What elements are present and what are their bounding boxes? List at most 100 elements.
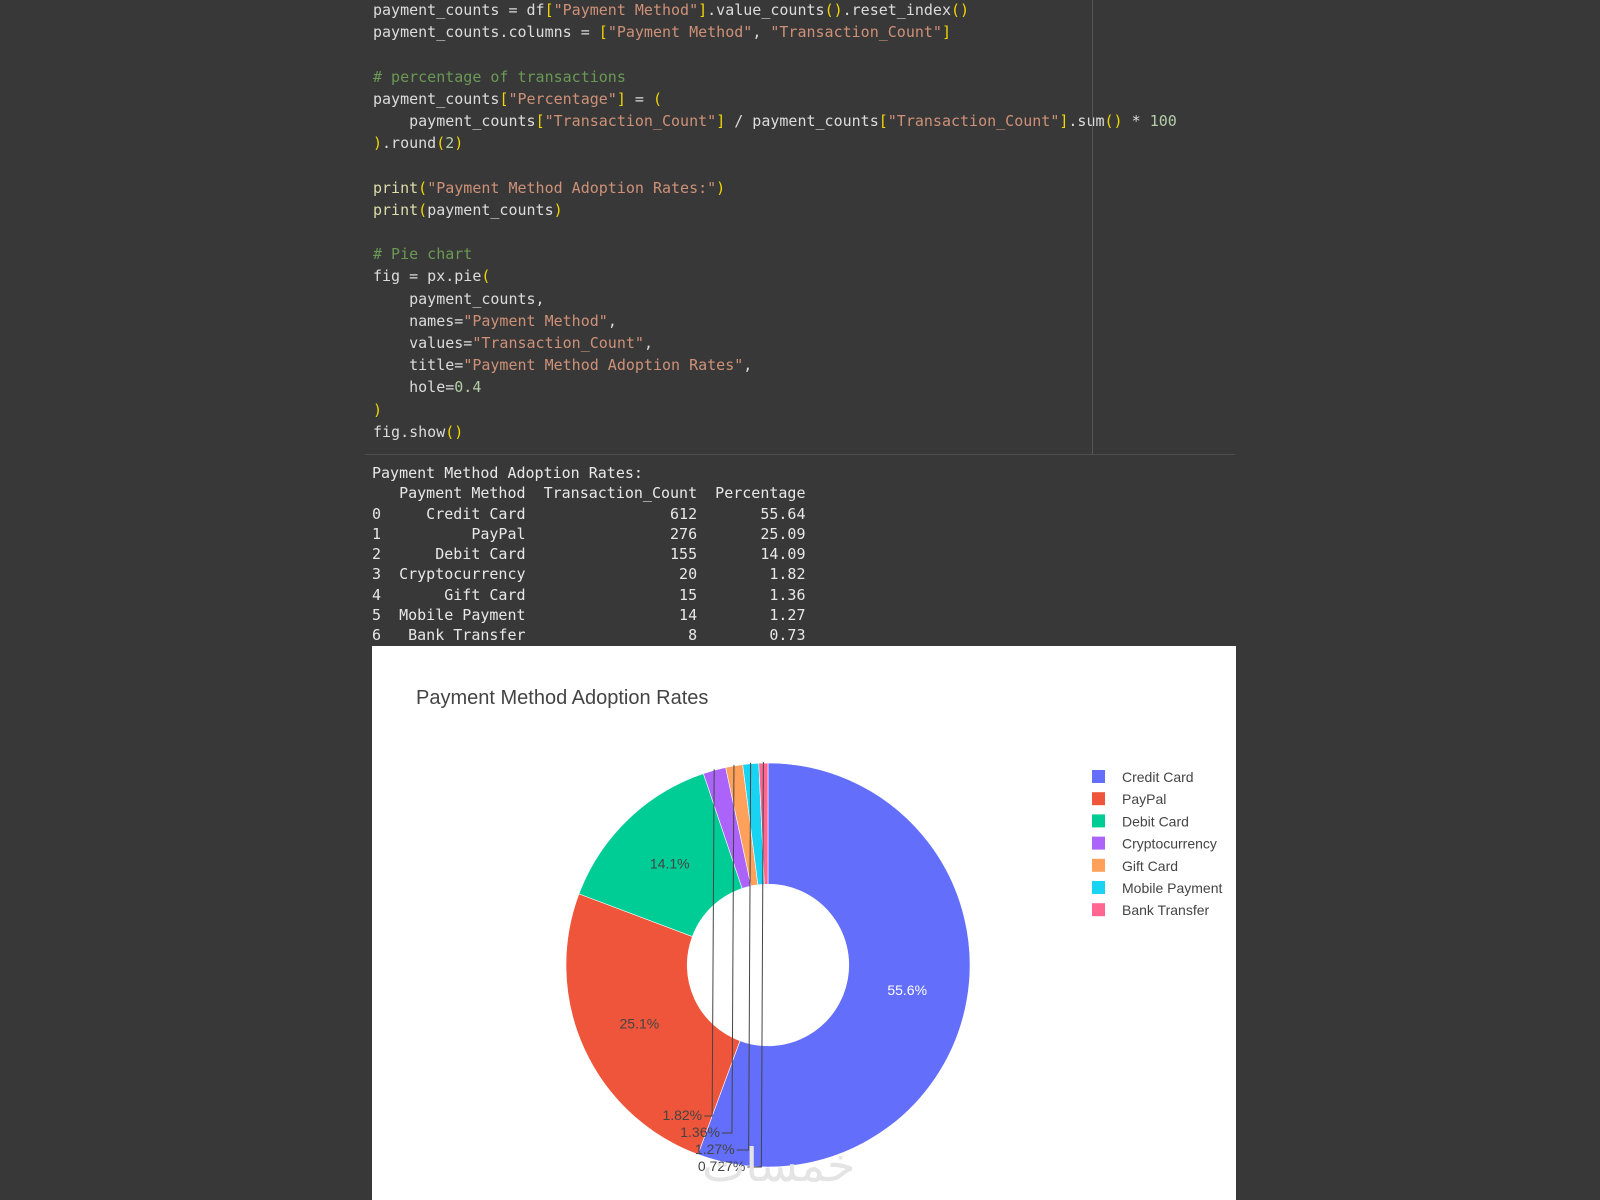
code-token: () (824, 1, 843, 19)
code-token: "Payment Method" (463, 311, 608, 330)
legend-item-label[interactable]: Bank Transfer (1122, 902, 1209, 918)
code-token: [ (544, 1, 554, 19)
legend-item-label[interactable]: Cryptocurrency (1122, 836, 1217, 852)
code-token: [ (878, 112, 888, 130)
legend-item-label[interactable]: Debit Card (1122, 813, 1189, 829)
code-token: , (607, 311, 617, 330)
code-line: fig = px.pie( (373, 265, 490, 287)
code-token: payment_counts (373, 89, 500, 108)
code-token: ( (652, 89, 662, 108)
code-token: names= (373, 311, 464, 330)
code-token: values= (373, 334, 473, 352)
slice-label: 1.82% (662, 1107, 702, 1123)
code-token: * (1122, 112, 1150, 130)
output-line: 2 Debit Card 155 14.09 (372, 545, 806, 564)
code-line: fig.show() (373, 421, 463, 443)
code-token: "Payment Method" (607, 23, 753, 42)
code-token: print (373, 178, 419, 197)
ruler-line (1092, 0, 1093, 455)
code-token: .value_counts (707, 1, 825, 19)
code-token: ) (373, 134, 383, 153)
code-token: , (643, 334, 653, 352)
code-token: 2 (445, 134, 455, 153)
code-token: = (625, 89, 653, 108)
code-token: .reset_index (842, 1, 951, 19)
code-token: ( (418, 178, 428, 197)
code-line: payment_counts = df["Payment Method"].va… (373, 0, 969, 21)
code-token: , (743, 356, 753, 375)
code-token: "Payment Method" (553, 1, 699, 19)
output-line: 5 Mobile Payment 14 1.27 (372, 606, 806, 625)
code-line: # percentage of transactions (373, 66, 626, 88)
code-token: "Transaction_Count" (472, 334, 644, 352)
code-token: 100 (1149, 112, 1177, 130)
code-cell[interactable]: payment_counts = df["Payment Method"].va… (365, 0, 1235, 455)
slice-label: 55.6% (887, 982, 927, 998)
code-token: ( (481, 267, 491, 286)
code-line: ) (373, 399, 382, 421)
code-line: names="Payment Method", (373, 310, 617, 332)
pie-chart-panel: Payment Method Adoption Rates 55.6% 25.1%… (372, 646, 1236, 1200)
code-token: # percentage of transactions (373, 67, 626, 86)
code-token: () (951, 1, 970, 19)
code-token: payment_counts (427, 200, 554, 219)
code-token: ) (553, 200, 563, 219)
code-token: # Pie chart (373, 245, 473, 264)
code-token: () (445, 422, 464, 441)
code-token: payment_counts.columns = (373, 23, 599, 42)
legend-swatch[interactable] (1092, 858, 1105, 872)
code-token: , (752, 23, 771, 42)
legend-swatch[interactable] (1092, 814, 1105, 828)
legend-swatch[interactable] (1092, 836, 1105, 850)
code-token: .sum (1068, 112, 1105, 130)
code-line: payment_counts["Transaction_Count"] / pa… (373, 110, 1177, 132)
pie-chart: Payment Method Adoption Rates 55.6% 25.1%… (416, 687, 1222, 1192)
legend-item-label[interactable]: Mobile Payment (1122, 880, 1222, 896)
output-line: 1 PayPal 276 25.09 (372, 524, 806, 543)
code-token: ] (716, 112, 726, 130)
slice-label: 25.1% (620, 1016, 660, 1032)
code-line: values="Transaction_Count", (373, 332, 653, 354)
legend-swatch[interactable] (1092, 792, 1105, 806)
legend-item-label[interactable]: Credit Card (1122, 769, 1194, 785)
code-line: payment_counts["Percentage"] = ( (373, 88, 662, 110)
code-token: fig.show (373, 422, 446, 441)
output-line: 0 Credit Card 612 55.64 (372, 504, 806, 523)
legend-swatch[interactable] (1092, 903, 1105, 917)
code-token: payment_counts = df (373, 1, 545, 19)
code-token: ] (941, 23, 951, 42)
code-line: print("Payment Method Adoption Rates:") (373, 177, 725, 199)
code-line: payment_counts, (373, 288, 545, 310)
slice-label: 14.1% (650, 855, 690, 871)
legend-swatch[interactable] (1092, 881, 1105, 894)
code-line: ).round(2) (373, 132, 463, 154)
output-line: Payment Method Adoption Rates: (372, 464, 643, 482)
code-token: .round (382, 134, 437, 153)
cell-separator (365, 454, 1235, 455)
code-token: "Transaction_Count" (544, 112, 717, 130)
output-line: 4 Gift Card 15 1.36 (372, 585, 806, 604)
code-token: [ (535, 112, 545, 130)
code-token: "Percentage" (508, 89, 617, 108)
code-token: ) (716, 178, 726, 197)
legend-item-label[interactable]: PayPal (1122, 791, 1166, 807)
cell-output: Payment Method Adoption Rates: Payment M… (372, 463, 805, 646)
code-token: / payment_counts (725, 112, 879, 130)
code-token: print (373, 200, 419, 219)
code-token: "Payment Method Adoption Rates" (463, 356, 744, 375)
code-line: title="Payment Method Adoption Rates", (373, 354, 752, 376)
legend-item-label[interactable]: Gift Card (1122, 858, 1178, 874)
code-token: ) (373, 400, 383, 419)
code-token: fig = px.pie (373, 267, 482, 286)
code-token: ( (418, 200, 428, 219)
chart-title: Payment Method Adoption Rates (416, 687, 708, 709)
code-token: ] (616, 89, 626, 108)
code-token: 0.4 (454, 378, 482, 397)
code-token: payment_counts, (373, 289, 545, 308)
output-line: 6 Bank Transfer 8 0.73 (372, 626, 806, 645)
code-token: hole= (373, 378, 455, 397)
output-line: Payment Method Transaction_Count Percent… (372, 484, 806, 503)
output-line: 3 Cryptocurrency 20 1.82 (372, 565, 806, 584)
code-line: # Pie chart (373, 243, 472, 265)
legend-swatch[interactable] (1092, 770, 1105, 783)
